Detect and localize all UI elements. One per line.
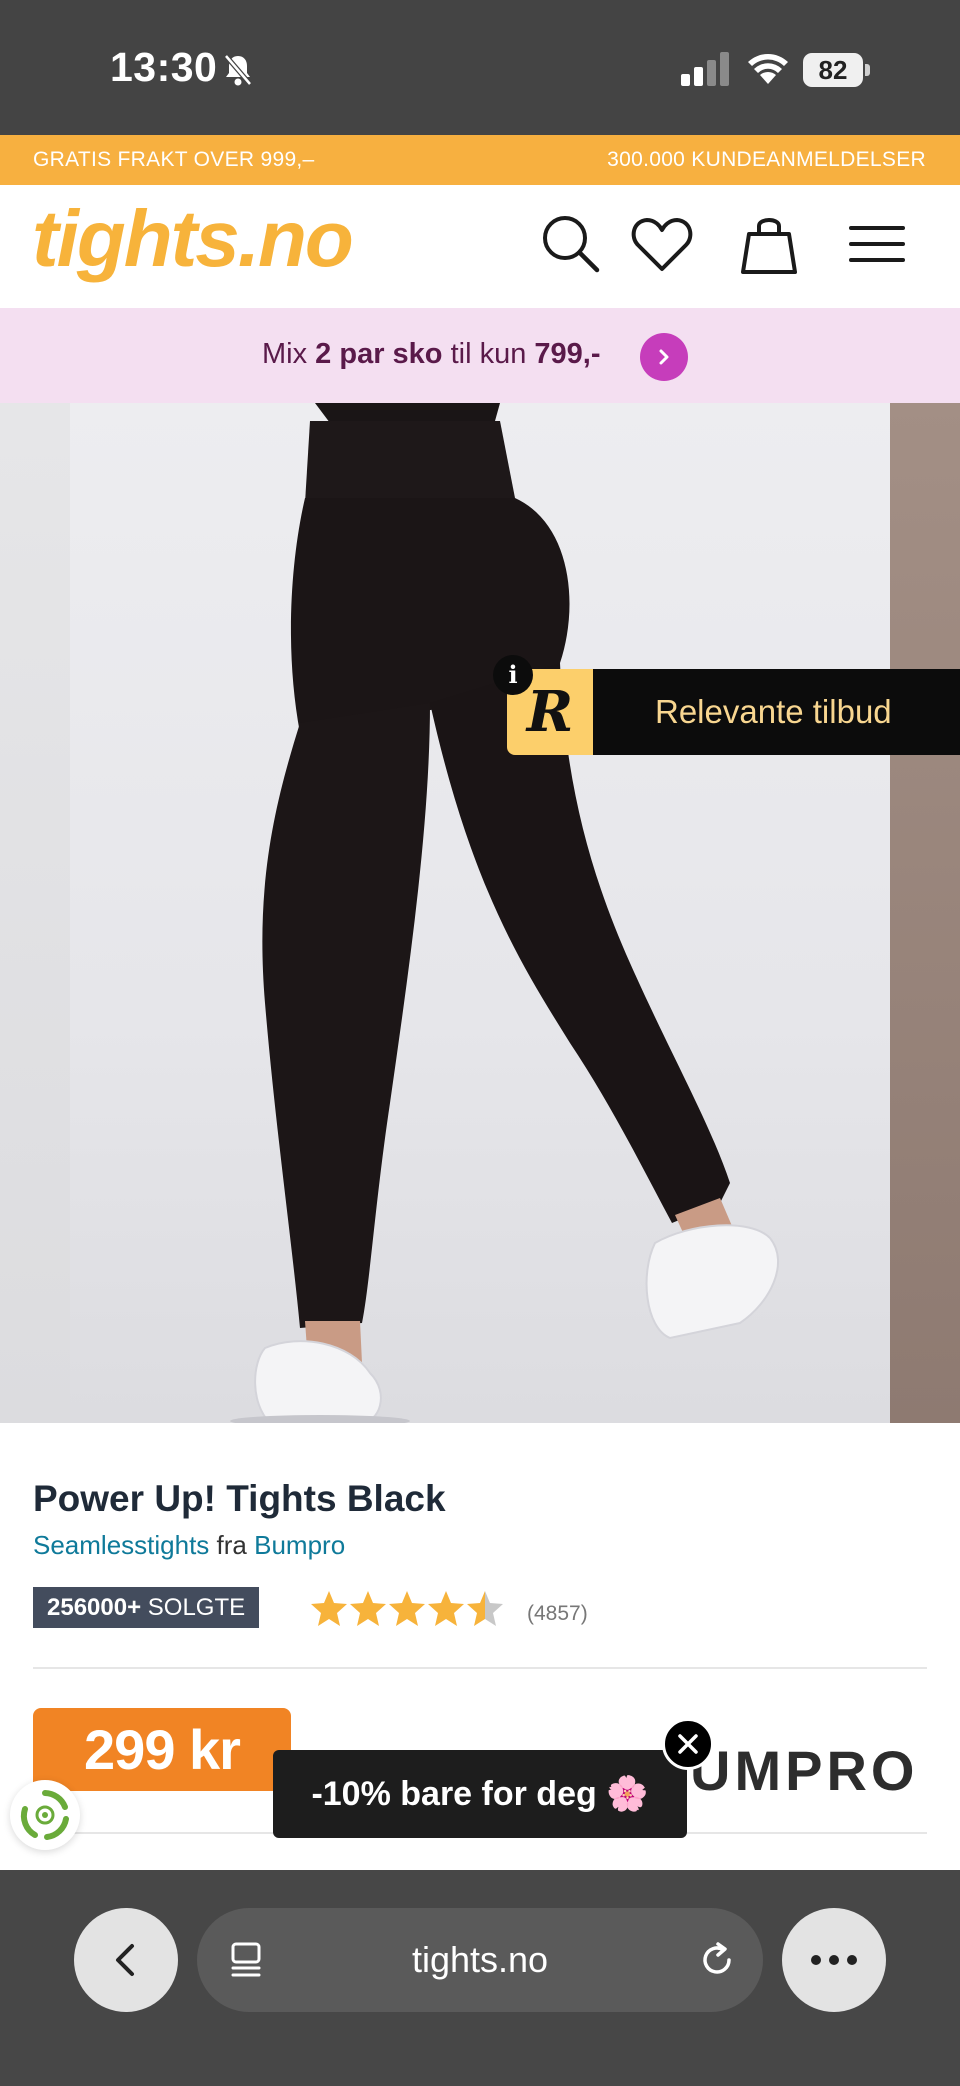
battery-indicator: 82 bbox=[803, 53, 871, 87]
product-image-carousel[interactable] bbox=[0, 403, 960, 1423]
wifi-icon bbox=[745, 50, 791, 86]
next-image-peek[interactable] bbox=[890, 403, 960, 1423]
product-image bbox=[70, 403, 890, 1423]
relevant-offers-label: Relevante tilbud bbox=[593, 669, 960, 755]
review-count[interactable]: (4857) bbox=[527, 1602, 588, 1626]
promo-banner: GRATIS FRAKT OVER 999,– 300.000 KUNDEANM… bbox=[0, 135, 960, 185]
category-link[interactable]: Seamlesstights bbox=[33, 1530, 209, 1560]
menu-icon[interactable] bbox=[842, 209, 912, 279]
battery-level: 82 bbox=[818, 55, 848, 85]
from-text: fra bbox=[216, 1530, 247, 1560]
bag-icon[interactable] bbox=[734, 209, 804, 279]
heart-icon[interactable] bbox=[627, 209, 697, 279]
back-button[interactable] bbox=[74, 1908, 178, 2012]
close-icon[interactable] bbox=[662, 1718, 714, 1770]
divider bbox=[33, 1667, 927, 1669]
reload-icon[interactable] bbox=[697, 1940, 737, 1985]
previous-image-peek[interactable] bbox=[0, 403, 70, 1423]
search-icon[interactable] bbox=[536, 209, 606, 279]
price-tag: 299 kr bbox=[33, 1708, 291, 1791]
info-icon[interactable]: i bbox=[493, 655, 533, 695]
eco-recycle-icon[interactable] bbox=[10, 1780, 80, 1850]
address-bar[interactable]: tights.no bbox=[197, 1908, 763, 2012]
sale-banner[interactable]: Mix 2 par sko til kun 799,- bbox=[0, 308, 960, 403]
site-header: tights.no bbox=[0, 185, 960, 308]
more-options-button[interactable] bbox=[782, 1908, 886, 2012]
brand-logo[interactable]: UMPRO bbox=[690, 1738, 918, 1803]
site-logo[interactable]: tights.no bbox=[32, 193, 354, 285]
discount-popup[interactable]: -10% bare for deg 🌸 bbox=[273, 1750, 687, 1838]
product-title: Power Up! Tights Black bbox=[33, 1478, 446, 1519]
cellular-signal-icon bbox=[681, 52, 729, 86]
rating-stars[interactable] bbox=[310, 1587, 506, 1629]
sale-banner-text: Mix 2 par sko til kun 799,- bbox=[262, 338, 601, 370]
relevant-offers-widget[interactable]: R Relevante tilbud i bbox=[493, 655, 960, 755]
sold-count-badge: 256000+ SOLGTE bbox=[33, 1587, 260, 1628]
free-shipping-text: GRATIS FRAKT OVER 999,– bbox=[33, 148, 315, 171]
bell-muted-icon bbox=[222, 52, 254, 88]
product-category-line: Seamlesstights fra Bumpro bbox=[33, 1530, 345, 1561]
status-time: 13:30 bbox=[110, 44, 218, 90]
status-bar: 13:30 82 bbox=[0, 0, 960, 135]
chevron-right-icon[interactable] bbox=[640, 333, 688, 381]
url-text: tights.no bbox=[411, 1939, 549, 1980]
brand-link[interactable]: Bumpro bbox=[254, 1530, 345, 1560]
reviews-count-text: 300.000 KUNDEANMELDELSER bbox=[607, 148, 926, 171]
